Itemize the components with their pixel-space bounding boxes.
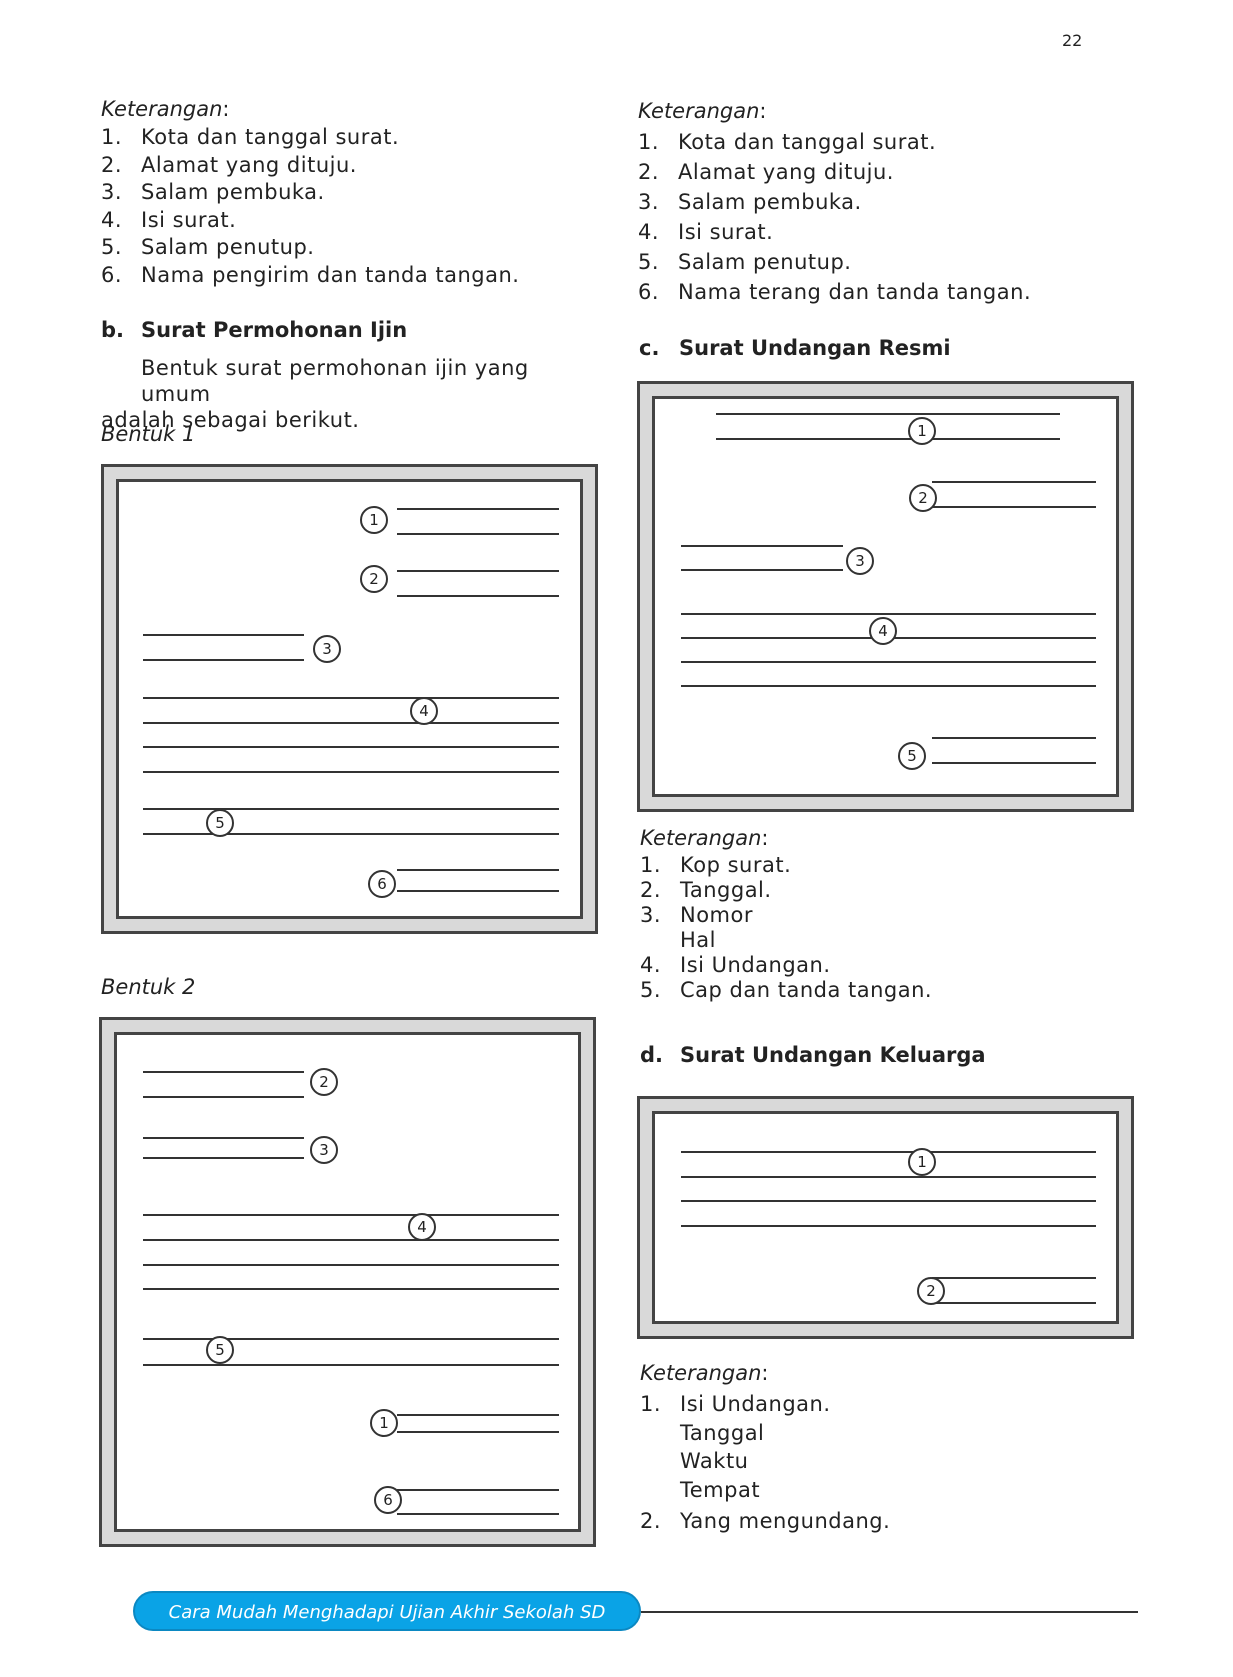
list-item: 3. Salam pembuka. (638, 190, 862, 214)
list-item: 6. Nama terang dan tanda tangan. (638, 280, 1032, 304)
list-item: 2. Alamat yang dituju. (638, 160, 894, 184)
marker-label: 3 (855, 552, 865, 570)
section-c-heading: c. Surat Undangan Resmi (639, 336, 951, 360)
list-item: Tanggal (680, 1420, 765, 1445)
keterangan-list-keluarga: 1. Isi Undangan. Tanggal Waktu Tempat 2. Y… (640, 1390, 890, 1536)
marker-label: 4 (419, 702, 429, 720)
marker-label: 5 (215, 814, 225, 832)
marker-label: 1 (369, 511, 379, 529)
list-item: 1. Kota dan tanggal surat. (101, 125, 400, 149)
marker-label: 2 (926, 1282, 936, 1300)
marker-label: 4 (878, 622, 888, 640)
marker-label: 3 (319, 1141, 329, 1159)
list-item: Tempat (680, 1477, 761, 1502)
section-d-heading: d. Surat Undangan Keluarga (640, 1043, 986, 1067)
footer-rule (641, 1611, 1138, 1613)
list-item: 5. Cap dan tanda tangan. (640, 978, 933, 1002)
undangan-keluarga-diagram: 1 2 (637, 1096, 1134, 1339)
undangan-resmi-diagram: 1 2 3 4 5 (637, 381, 1134, 812)
keterangan-list-top-left: 1. Kota dan tanggal surat. 2. Alamat yang … (101, 124, 519, 289)
undangan-keluarga-lines: 1 2 (681, 1148, 1096, 1305)
footer-banner: Cara Mudah Menghadapi Ujian Akhir Sekola… (133, 1591, 641, 1631)
list-item: 1. Isi Undangan. (640, 1392, 831, 1416)
marker-label: 1 (379, 1414, 389, 1432)
list-item: 4. Isi surat. (101, 207, 237, 232)
section-b-heading: b. Surat Permohonan Ijin (101, 318, 408, 342)
marker-label: 2 (319, 1073, 329, 1091)
bentuk-2-lines: 2 3 4 5 1 6 (143, 1068, 559, 1515)
list-item: 5. Salam penutup. (101, 235, 315, 259)
marker-label: 1 (917, 1153, 927, 1171)
list-item: 2. Tanggal. (640, 878, 772, 902)
list-item: Hal (680, 928, 716, 952)
list-item: 4. Isi Undangan. (640, 953, 831, 977)
list-item: 5. Salam penutup. (638, 250, 852, 274)
undangan-resmi-lines: 1 2 3 4 5 (681, 413, 1096, 770)
list-item: 1. Kop surat. (640, 853, 792, 877)
list-item: 3. Nomor (640, 903, 753, 927)
bentuk-2-label: Bentuk 2 (101, 975, 196, 999)
keterangan-label-resmi: Keterangan: (640, 826, 769, 850)
marker-label: 5 (215, 1341, 225, 1359)
bentuk-2-diagram: 2 3 4 5 1 6 (99, 1017, 596, 1547)
marker-label: 6 (383, 1491, 393, 1509)
marker-label: 2 (918, 489, 928, 507)
marker-label: 5 (907, 747, 917, 765)
keterangan-label-keluarga: Keterangan: (640, 1361, 769, 1385)
page-number: 22 (1062, 31, 1083, 50)
bentuk-1-label: Bentuk 1 (101, 422, 196, 446)
marker-label: 4 (417, 1218, 427, 1236)
keterangan-list-top-right: 1. Kota dan tanggal surat. 2. Alamat yang … (638, 127, 1031, 307)
list-item: 6. Nama pengirim dan tanda tangan. (101, 262, 520, 287)
keterangan-label-top-right: Keterangan: (638, 99, 767, 123)
list-item: 3. Salam pembuka. (101, 180, 325, 204)
bentuk-1-diagram: 1 2 3 4 5 6 (101, 464, 598, 934)
marker-label: 2 (369, 570, 379, 588)
keterangan-list-resmi: 1. Kop surat. 2. Tanggal. 3. Nomor Hal 4. Is… (640, 853, 932, 1003)
list-item: 4. Isi surat. (638, 220, 774, 244)
list-item: 1. Kota dan tanggal surat. (638, 130, 937, 154)
footer-title: Cara Mudah Menghadapi Ujian Akhir Sekola… (168, 1602, 606, 1623)
list-item: 2. Alamat yang dituju. (101, 152, 357, 177)
bentuk-1-lines: 1 2 3 4 5 6 (143, 506, 559, 898)
list-item: Waktu (680, 1449, 749, 1473)
marker-label: 3 (322, 640, 332, 658)
keterangan-label-top-left: Keterangan: (101, 97, 230, 121)
marker-label: 1 (917, 422, 927, 440)
list-item: 2. Yang mengundang. (640, 1509, 891, 1533)
marker-label: 6 (377, 875, 387, 893)
